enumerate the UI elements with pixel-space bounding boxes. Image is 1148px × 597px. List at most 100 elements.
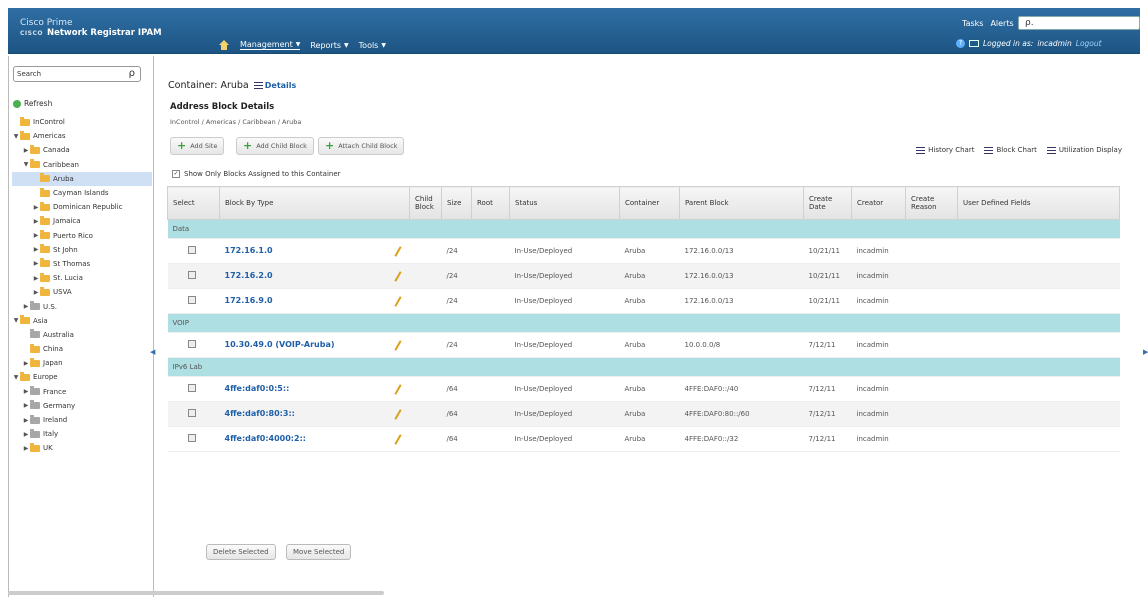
block-link[interactable]: 4ffe:daf0:0:5:: [225, 384, 290, 393]
nav-tools[interactable]: Tools ▼ [359, 41, 386, 50]
row-checkbox[interactable] [187, 271, 196, 279]
tasks-link[interactable]: Tasks [962, 19, 983, 28]
chevron-down-icon[interactable]: ▼ [22, 161, 30, 168]
row-checkbox[interactable] [187, 384, 196, 392]
tree-item[interactable]: ▶ Italy [12, 427, 152, 441]
tree-item[interactable]: ▶ St. Lucia [12, 271, 152, 285]
block-link[interactable]: 4ffe:daf0:4000:2:: [225, 434, 306, 443]
tree-item[interactable]: ▶ Puerto Rico [12, 229, 152, 243]
chevron-right-icon[interactable]: ▶ [32, 289, 40, 296]
edit-pencil-icon[interactable] [393, 270, 402, 282]
show-only-checkbox[interactable]: ✓ [172, 170, 180, 178]
tree-item[interactable]: ▶ Dominican Republic [12, 200, 152, 214]
chevron-down-icon[interactable]: ▼ [12, 133, 20, 140]
col-block-by-type[interactable]: Block By Type [219, 186, 410, 220]
move-selected-button[interactable]: Move Selected [286, 544, 352, 560]
row-checkbox[interactable] [187, 340, 196, 348]
col-size[interactable]: Size [441, 186, 472, 220]
chevron-right-icon[interactable]: ▶ [22, 431, 30, 438]
nav-reports[interactable]: Reports ▼ [310, 41, 348, 50]
tree-item[interactable]: ▶ France [12, 385, 152, 399]
chevron-right-icon[interactable]: ▶ [22, 360, 30, 367]
col-parent-block[interactable]: Parent Block [679, 186, 804, 220]
table-row[interactable]: 4ffe:daf0:4000:2::/64 In-Use/Deployed Arub… [167, 426, 1120, 452]
tree-item[interactable]: ▶ Japan [12, 356, 152, 370]
table-row[interactable]: 172.16.1.0/24 In-Use/Deployed Aruba 172.16.… [167, 238, 1120, 264]
tree-item[interactable]: ▶ Canada [12, 143, 152, 157]
tree-item[interactable]: Aruba [12, 171, 152, 186]
col-container[interactable]: Container [619, 186, 680, 220]
col-select[interactable]: Select [167, 186, 220, 220]
tree-item[interactable]: China [12, 342, 152, 356]
table-row[interactable]: 172.16.2.0/24 In-Use/Deployed Aruba 172.16.… [167, 263, 1120, 289]
refresh-button[interactable]: Refresh [13, 99, 52, 108]
col-root[interactable]: Root [471, 186, 510, 220]
row-checkbox[interactable] [187, 296, 196, 304]
edit-pencil-icon[interactable] [393, 408, 402, 420]
chevron-right-icon[interactable]: ▶ [22, 402, 30, 409]
block-link[interactable]: 172.16.2.0 [225, 271, 273, 280]
tree-item[interactable]: ▶ Germany [12, 399, 152, 413]
utilization-display-link[interactable]: Utilization Display [1046, 146, 1122, 154]
collapse-sidebar-icon[interactable]: ◀ [150, 348, 155, 356]
row-checkbox[interactable] [187, 246, 196, 254]
expand-panel-icon[interactable]: ▶ [1143, 348, 1148, 356]
col-create-reason[interactable]: Create Reason [905, 186, 958, 220]
chevron-right-icon[interactable]: ▶ [32, 218, 40, 225]
search-icon[interactable]: ρ [129, 68, 135, 79]
edit-pencil-icon[interactable] [393, 245, 402, 257]
tree-item[interactable]: ▼ Caribbean [12, 158, 152, 172]
chevron-right-icon[interactable]: ▶ [22, 445, 30, 452]
row-checkbox[interactable] [187, 409, 196, 417]
tree-item[interactable]: Australia [12, 328, 152, 342]
add-child-block-button[interactable]: + Add Child Block [236, 137, 314, 155]
block-link[interactable]: 172.16.1.0 [225, 246, 273, 255]
table-row[interactable]: 10.30.49.0 (VOIP-Aruba) /24 In-Use/Deploye… [167, 332, 1120, 358]
tree-item[interactable]: ▼ Asia [12, 314, 152, 328]
tree-item[interactable]: ▶ USVA [12, 285, 152, 299]
block-chart-link[interactable]: Block Chart [984, 146, 1037, 154]
logout-link[interactable]: Logout [1076, 39, 1102, 48]
chevron-right-icon[interactable]: ▶ [32, 246, 40, 253]
alerts-link[interactable]: Alerts [990, 19, 1013, 28]
col-user-defined-fields[interactable]: User Defined Fields [957, 186, 1120, 220]
edit-pencil-icon[interactable] [393, 383, 402, 395]
global-search-input[interactable]: ρ. [1018, 16, 1140, 30]
tree-item[interactable]: ▶ St John [12, 243, 152, 257]
col-status[interactable]: Status [509, 186, 620, 220]
tree-item[interactable]: ▶ Jamaica [12, 214, 152, 228]
tree-item[interactable]: ▶ Ireland [12, 413, 152, 427]
block-link[interactable]: 4ffe:daf0:80:3:: [225, 409, 295, 418]
chevron-right-icon[interactable]: ▶ [32, 204, 40, 211]
history-chart-link[interactable]: History Chart [916, 146, 974, 154]
col-creator[interactable]: Creator [851, 186, 906, 220]
add-site-button[interactable]: + Add Site [170, 137, 225, 155]
attach-child-block-button[interactable]: + Attach Child Block [318, 137, 405, 155]
tree-item[interactable]: ▶ St Thomas [12, 257, 152, 271]
horizontal-scrollbar[interactable] [8, 591, 384, 595]
row-checkbox[interactable] [187, 434, 196, 442]
chevron-right-icon[interactable]: ▶ [22, 147, 30, 154]
table-row[interactable]: 172.16.9.0/24 In-Use/Deployed Aruba 172.16.… [167, 288, 1120, 314]
col-child-block[interactable]: Child Block [409, 186, 442, 220]
block-link[interactable]: 172.16.9.0 [225, 296, 273, 305]
col-create-date[interactable]: Create Date [803, 186, 852, 220]
sidebar-search-input[interactable]: Search ρ [13, 66, 141, 82]
tree-item[interactable]: ▼ Europe [12, 370, 152, 384]
show-only-toggle[interactable]: ✓ Show Only Blocks Assigned to this Cont… [172, 170, 341, 178]
edit-pencil-icon[interactable] [393, 339, 402, 351]
home-icon[interactable] [218, 40, 230, 50]
chevron-right-icon[interactable]: ▶ [32, 232, 40, 239]
chevron-right-icon[interactable]: ▶ [22, 388, 30, 395]
chevron-right-icon[interactable]: ▶ [32, 275, 40, 282]
table-row[interactable]: 4ffe:daf0:0:5::/64 In-Use/Deployed Aruba 4F… [167, 376, 1120, 402]
chevron-right-icon[interactable]: ▶ [32, 260, 40, 267]
block-link[interactable]: 10.30.49.0 (VOIP-Aruba) [225, 340, 335, 349]
tree-item[interactable]: ▶ UK [12, 441, 152, 455]
edit-pencil-icon[interactable] [393, 433, 402, 445]
table-row[interactable]: 4ffe:daf0:80:3::/64 In-Use/Deployed Aruba 4… [167, 401, 1120, 427]
chevron-right-icon[interactable]: ▶ [22, 417, 30, 424]
help-icon[interactable]: ? [956, 39, 965, 48]
delete-selected-button[interactable]: Delete Selected [206, 544, 276, 560]
chevron-down-icon[interactable]: ▼ [12, 317, 20, 324]
